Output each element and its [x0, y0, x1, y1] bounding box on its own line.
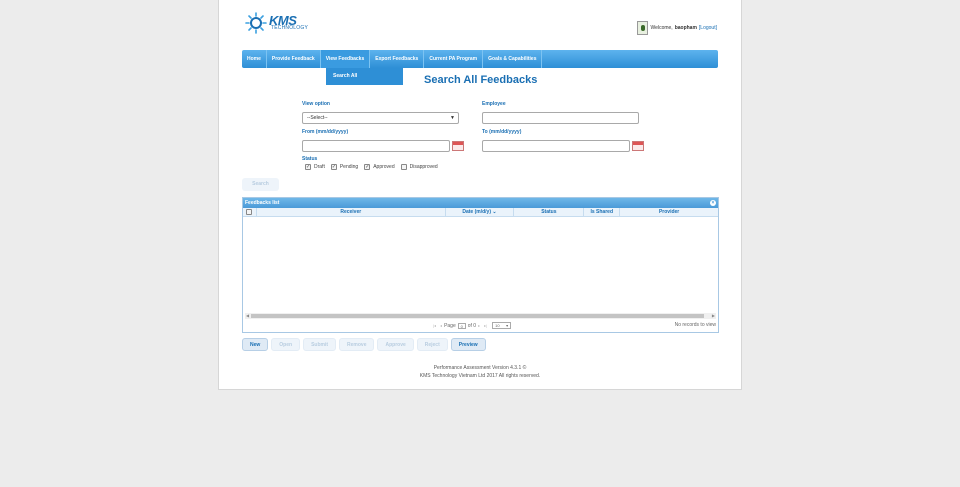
- grid-pager: |◂ ◂ Page 0 of 0 ▸ ▸| 10 ▾ No records to…: [243, 321, 718, 331]
- from-date-input[interactable]: [302, 140, 450, 152]
- main-nav: Home Provide Feedback View Feedbacks Exp…: [242, 50, 718, 68]
- disapproved-label: Disapproved: [409, 164, 438, 170]
- logo-sun-icon: [245, 12, 267, 34]
- nav-current-pa-program[interactable]: Current PA Program: [424, 50, 484, 68]
- preview-button[interactable]: Preview: [450, 338, 486, 351]
- avatar: [636, 21, 648, 35]
- col-receiver[interactable]: Receiver: [257, 208, 446, 216]
- employee-label: Employee: [482, 101, 506, 107]
- page-container: KMS TECHNOLOGY Welcome, baopham [Logout]…: [218, 0, 742, 390]
- col-provider[interactable]: Provider: [620, 208, 718, 216]
- draft-label: Draft: [314, 164, 325, 170]
- page-title: Search All Feedbacks: [424, 74, 538, 86]
- col-is-shared[interactable]: Is Shared: [584, 208, 621, 216]
- grid-body: [243, 217, 718, 309]
- username: baopham: [674, 25, 697, 31]
- page-input[interactable]: 0: [457, 322, 466, 329]
- pager-controls: |◂ ◂ Page 0 of 0 ▸ ▸| 10 ▾: [431, 322, 512, 329]
- status-label: Status: [302, 156, 318, 162]
- grid-header-row: Receiver Date (m/d/y) ⌄ Status Is Shared…: [243, 208, 718, 217]
- pending-checkbox[interactable]: ✓: [330, 164, 337, 170]
- nav-export-feedbacks[interactable]: Export Feedbacks: [370, 50, 425, 68]
- nav-provide-feedback[interactable]: Provide Feedback: [267, 50, 321, 68]
- approved-checkbox[interactable]: ✓: [364, 164, 371, 170]
- prev-page-icon[interactable]: ◂: [440, 323, 442, 328]
- footer-copyright: KMS Technology Vietnam Ltd 2017 All righ…: [419, 373, 541, 379]
- kms-logo[interactable]: KMS TECHNOLOGY: [245, 10, 315, 36]
- welcome-text: Welcome,: [650, 25, 673, 31]
- to-date-label: To (mm/dd/yyyy): [482, 129, 522, 135]
- open-button[interactable]: Open: [271, 338, 301, 351]
- scroll-left-icon[interactable]: ◀: [246, 313, 249, 318]
- status-checkboxes: ✓ Draft ✓ Pending ✓ Approved Disapproved: [305, 164, 444, 170]
- view-option-select[interactable]: --Select-- ▼: [302, 112, 459, 124]
- logo-subtext: TECHNOLOGY: [271, 25, 309, 31]
- feedbacks-grid: Feedbacks list × Receiver Date (m/d/y) ⌄…: [242, 197, 719, 333]
- view-option-value: --Select--: [307, 115, 328, 121]
- view-option-label: View option: [302, 101, 330, 107]
- logout-link[interactable]: [Logout]: [699, 25, 717, 31]
- last-page-icon[interactable]: ▸|: [484, 323, 487, 328]
- nav-goals-capabilities[interactable]: Goals & Capabilities: [483, 50, 543, 68]
- page-size-value: 10: [495, 323, 500, 328]
- chevron-down-icon: ▼: [450, 115, 455, 121]
- submit-button[interactable]: Submit: [303, 338, 337, 351]
- scrollbar-thumb[interactable]: [251, 314, 704, 318]
- select-all-cell: [243, 208, 257, 216]
- chevron-down-icon: ▾: [506, 323, 509, 328]
- grid-title-bar: Feedbacks list ×: [243, 198, 718, 208]
- approved-label: Approved: [373, 164, 395, 170]
- scroll-right-icon[interactable]: ▶: [712, 313, 715, 318]
- draft-checkbox[interactable]: ✓: [305, 164, 311, 170]
- footer: Performance Assessment Version 4.3.1 © K…: [219, 364, 741, 380]
- nav-home[interactable]: Home: [242, 50, 267, 68]
- subnav-search-all[interactable]: Search All: [326, 68, 403, 85]
- disapproved-checkbox[interactable]: [400, 164, 407, 170]
- action-buttons: New Open Submit Remove Approve Reject Pr…: [242, 338, 489, 351]
- horizontal-scrollbar[interactable]: ◀ ▶: [245, 313, 716, 319]
- page-size-select[interactable]: 10 ▾: [492, 322, 512, 329]
- first-page-icon[interactable]: |◂: [433, 323, 436, 328]
- next-page-icon[interactable]: ▸: [478, 323, 480, 328]
- search-button[interactable]: Search: [242, 178, 279, 191]
- welcome-area: Welcome, baopham [Logout]: [636, 20, 717, 36]
- reject-button[interactable]: Reject: [416, 338, 448, 351]
- remove-button[interactable]: Remove: [339, 338, 375, 351]
- footer-version: Performance Assessment Version 4.3.1 ©: [433, 365, 527, 371]
- page-of-label: of 0: [467, 322, 477, 329]
- collapse-icon[interactable]: ×: [710, 200, 716, 206]
- to-date-input[interactable]: [482, 140, 630, 152]
- records-info: No records to view: [674, 322, 716, 328]
- col-date[interactable]: Date (m/d/y) ⌄: [446, 208, 515, 216]
- employee-input[interactable]: [482, 112, 639, 124]
- nav-view-feedbacks[interactable]: View Feedbacks: [320, 50, 371, 68]
- from-date-label: From (mm/dd/yyyy): [302, 129, 349, 135]
- approve-button[interactable]: Approve: [377, 338, 414, 351]
- pending-label: Pending: [339, 164, 359, 170]
- new-button[interactable]: New: [242, 338, 269, 351]
- calendar-icon[interactable]: [632, 141, 644, 151]
- grid-title: Feedbacks list: [245, 200, 280, 206]
- col-status[interactable]: Status: [514, 208, 585, 216]
- col-date-label: Date (m/d/y): [462, 209, 491, 215]
- page-label: Page: [444, 322, 456, 329]
- sort-icon: ⌄: [492, 209, 497, 215]
- calendar-icon[interactable]: [452, 141, 464, 151]
- select-all-checkbox[interactable]: [246, 209, 253, 215]
